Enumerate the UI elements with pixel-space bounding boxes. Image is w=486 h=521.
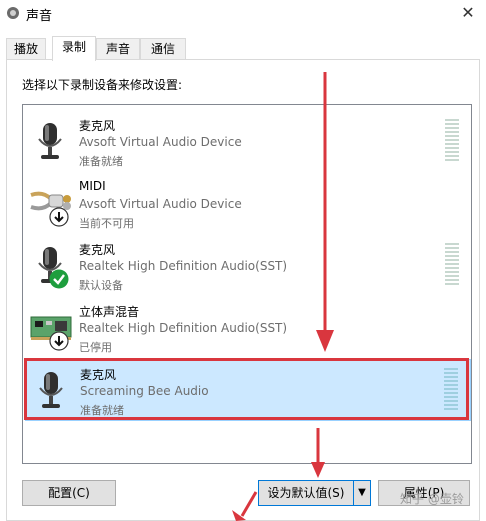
tab-recording[interactable]: 录制 bbox=[52, 36, 96, 61]
annotation-arrow-down bbox=[316, 72, 334, 352]
chevron-down-icon: ▼ bbox=[358, 487, 366, 498]
configure-button[interactable]: 配置(C) bbox=[22, 480, 116, 506]
annotation-arrow-to-button bbox=[311, 428, 325, 478]
set-default-dropdown-button[interactable]: ▼ bbox=[353, 480, 371, 506]
watermark-text: 知乎 @壶铃 bbox=[400, 492, 464, 506]
annotation-arrows bbox=[232, 72, 334, 521]
annotation-arrow-bottom bbox=[232, 491, 258, 521]
set-default-button[interactable]: 设为默认值(S) bbox=[258, 480, 354, 506]
